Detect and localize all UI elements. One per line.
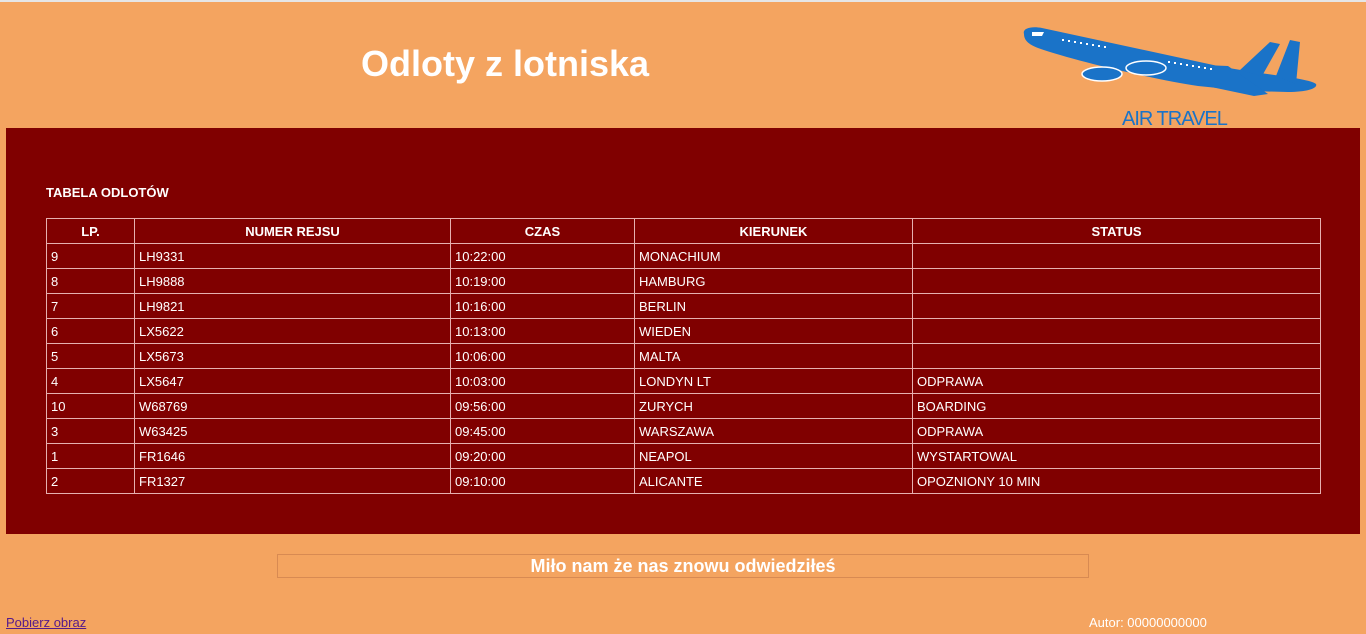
table-row: 7 LH9821 10:16:00 BERLIN [46, 293, 1321, 319]
cell-lp: 10 [46, 393, 135, 419]
column-header-time: CZAS [450, 218, 635, 244]
cell-status [912, 243, 1321, 269]
cell-lp: 1 [46, 443, 135, 469]
cell-destination: LONDYN LT [634, 368, 913, 394]
table-row: 5 LX5673 10:06:00 MALTA [46, 343, 1321, 369]
departures-table: LP. NUMER REJSU CZAS KIERUNEK STATUS 9 L… [46, 218, 1321, 494]
column-header-status: STATUS [912, 218, 1321, 244]
cell-lp: 2 [46, 468, 135, 494]
cell-time: 09:56:00 [450, 393, 635, 419]
welcome-message: Miło nam że nas znowu odwiedziłeś [277, 554, 1089, 578]
logo-text: AIR TRAVEL [1122, 108, 1228, 130]
cell-status: BOARDING [912, 393, 1321, 419]
table-row: 9 LH9331 10:22:00 MONACHIUM [46, 243, 1321, 269]
table-row: 2 FR1327 09:10:00 ALICANTE OPOZNIONY 10 … [46, 468, 1321, 494]
cell-destination: WARSZAWA [634, 418, 913, 444]
cell-time: 10:13:00 [450, 318, 635, 344]
cell-lp: 7 [46, 293, 135, 319]
cell-flight-number: LX5673 [134, 343, 451, 369]
cell-status: WYSTARTOWAL [912, 443, 1321, 469]
cell-status [912, 293, 1321, 319]
cell-flight-number: LX5622 [134, 318, 451, 344]
cell-time: 10:19:00 [450, 268, 635, 294]
cell-status: ODPRAWA [912, 368, 1321, 394]
table-row: 3 W63425 09:45:00 WARSZAWA ODPRAWA [46, 418, 1321, 444]
cell-status [912, 318, 1321, 344]
cell-status: OPOZNIONY 10 MIN [912, 468, 1321, 494]
air-travel-logo: AIR TRAVEL [1018, 22, 1323, 130]
cell-flight-number: LH9821 [134, 293, 451, 319]
cell-lp: 8 [46, 268, 135, 294]
cell-time: 09:20:00 [450, 443, 635, 469]
cell-destination: HAMBURG [634, 268, 913, 294]
cell-time: 10:03:00 [450, 368, 635, 394]
cell-time: 10:16:00 [450, 293, 635, 319]
download-image-link[interactable]: Pobierz obraz [6, 615, 86, 630]
cell-status [912, 268, 1321, 294]
cell-flight-number: W68769 [134, 393, 451, 419]
cell-destination: NEAPOL [634, 443, 913, 469]
column-header-destination: KIERUNEK [634, 218, 913, 244]
table-row: 6 LX5622 10:13:00 WIEDEN [46, 318, 1321, 344]
page-title: Odloty z lotniska [361, 43, 650, 84]
table-caption: TABELA ODLOTÓW [46, 185, 169, 200]
column-header-lp: LP. [46, 218, 135, 244]
cell-lp: 3 [46, 418, 135, 444]
cell-lp: 9 [46, 243, 135, 269]
page-header: Odloty z lotniska AIR TRAVEL [0, 2, 1366, 130]
table-row: 1 FR1646 09:20:00 NEAPOL WYSTARTOWAL [46, 443, 1321, 469]
cell-destination: BERLIN [634, 293, 913, 319]
cell-lp: 4 [46, 368, 135, 394]
departures-section: TABELA ODLOTÓW LP. NUMER REJSU CZAS KIER… [6, 128, 1360, 534]
cell-destination: ALICANTE [634, 468, 913, 494]
column-header-flight-number: NUMER REJSU [134, 218, 451, 244]
cell-flight-number: LH9331 [134, 243, 451, 269]
cell-status: ODPRAWA [912, 418, 1321, 444]
table-row: 8 LH9888 10:19:00 HAMBURG [46, 268, 1321, 294]
airplane-icon [1023, 27, 1317, 96]
cell-time: 10:06:00 [450, 343, 635, 369]
cell-time: 09:45:00 [450, 418, 635, 444]
author-text: Autor: 00000000000 [1089, 615, 1207, 630]
cell-flight-number: LH9888 [134, 268, 451, 294]
cell-destination: MONACHIUM [634, 243, 913, 269]
cell-flight-number: FR1327 [134, 468, 451, 494]
cell-flight-number: W63425 [134, 418, 451, 444]
table-header-row: LP. NUMER REJSU CZAS KIERUNEK STATUS [46, 218, 1321, 244]
cell-destination: ZURYCH [634, 393, 913, 419]
cell-destination: MALTA [634, 343, 913, 369]
cell-status [912, 343, 1321, 369]
cell-lp: 6 [46, 318, 135, 344]
cell-time: 09:10:00 [450, 468, 635, 494]
cell-lp: 5 [46, 343, 135, 369]
table-row: 10 W68769 09:56:00 ZURYCH BOARDING [46, 393, 1321, 419]
cell-destination: WIEDEN [634, 318, 913, 344]
cell-flight-number: LX5647 [134, 368, 451, 394]
cell-time: 10:22:00 [450, 243, 635, 269]
table-row: 4 LX5647 10:03:00 LONDYN LT ODPRAWA [46, 368, 1321, 394]
cell-flight-number: FR1646 [134, 443, 451, 469]
